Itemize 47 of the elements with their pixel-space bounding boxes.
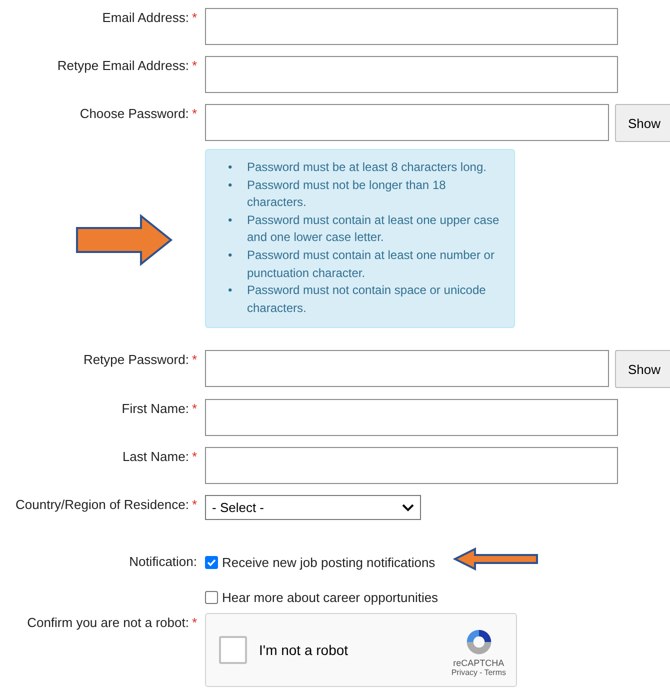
- link-separator: -: [480, 668, 482, 678]
- required-asterisk: *: [192, 58, 197, 73]
- required-asterisk: *: [192, 401, 197, 416]
- field-label: Notification:: [129, 554, 197, 570]
- rule-text: Password must not be longer than 18 characters.: [247, 176, 447, 212]
- field-label: Retype Email Address:: [57, 58, 189, 73]
- bullet: •: [228, 282, 234, 300]
- bullet: •: [228, 246, 234, 264]
- text-input[interactable]: [205, 399, 618, 436]
- bullet: •: [228, 159, 234, 176]
- captcha-checkbox[interactable]: [219, 636, 247, 664]
- text-input[interactable]: [205, 8, 618, 45]
- checkbox-label: Receive new job posting notifications: [222, 554, 436, 570]
- field-label: First Name:: [122, 401, 189, 416]
- checkbox-label: Hear more about career opportunities: [222, 590, 438, 606]
- field-label: Retype Password:: [83, 352, 189, 368]
- rule-text: Password must contain at least one upper case and one lower case letter.: [247, 212, 500, 246]
- captcha-link[interactable]: Privacy: [451, 668, 478, 678]
- field-label: Last Name:: [122, 449, 189, 464]
- bullet: •: [228, 212, 234, 229]
- bullet: •: [228, 176, 234, 194]
- required-asterisk: *: [192, 10, 197, 25]
- country-select[interactable]: - Select -: [205, 495, 421, 520]
- captcha-label: I'm not a robot: [259, 642, 350, 658]
- field-label: Country/Region of Residence:: [16, 497, 189, 512]
- password-input[interactable]: [205, 350, 609, 388]
- captcha-link[interactable]: Terms: [484, 668, 506, 678]
- password-input[interactable]: [205, 104, 609, 141]
- show-button[interactable]: Show: [615, 104, 670, 142]
- required-asterisk: *: [192, 106, 197, 121]
- rule-text: Password must not contain space or unicode characters.: [247, 282, 487, 317]
- field-label: Confirm you are not a robot:: [27, 615, 189, 630]
- captcha-brand: reCAPTCHA: [453, 658, 504, 668]
- field-label: Email Address:: [102, 10, 189, 25]
- required-asterisk: *: [192, 615, 197, 630]
- required-asterisk: *: [192, 497, 197, 512]
- checkbox[interactable]: [205, 591, 218, 604]
- text-input[interactable]: [205, 56, 618, 93]
- required-asterisk: *: [192, 352, 197, 368]
- text-input[interactable]: [205, 447, 618, 484]
- rule-text: Password must contain at least one number or punctuation character.: [247, 246, 496, 282]
- field-label: Choose Password:: [80, 106, 189, 121]
- show-button[interactable]: Show: [615, 350, 670, 388]
- checkbox[interactable]: [205, 556, 218, 569]
- required-asterisk: *: [192, 449, 197, 464]
- rule-text: Password must be at least 8 characters long.: [247, 159, 486, 176]
- chevron-down-icon: [402, 504, 414, 512]
